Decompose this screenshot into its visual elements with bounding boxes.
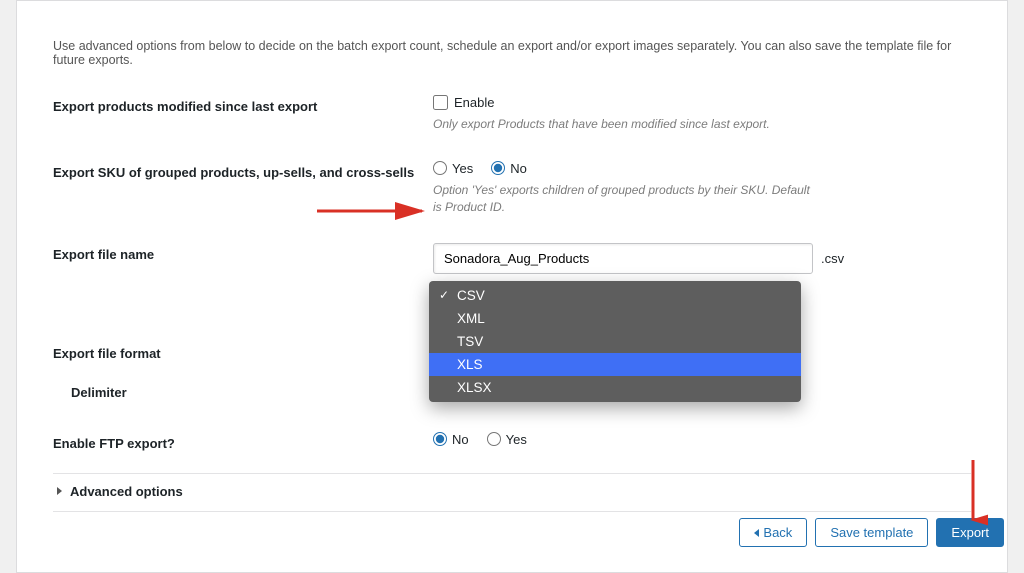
dropdown-item-csv[interactable]: CSV	[429, 284, 801, 307]
sku-yes-radio[interactable]	[433, 161, 447, 175]
sku-yes-label: Yes	[452, 161, 473, 176]
row-export-modified: Export products modified since last expo…	[53, 95, 971, 133]
ftp-no-label: No	[452, 432, 469, 447]
sku-no-label: No	[510, 161, 527, 176]
chevron-left-icon	[754, 529, 759, 537]
row-sku-grouped: Export SKU of grouped products, up-sells…	[53, 161, 971, 216]
ftp-no[interactable]: No	[433, 432, 469, 447]
label-export-modified: Export products modified since last expo…	[53, 95, 433, 114]
ftp-yes-radio[interactable]	[487, 432, 501, 446]
filename-extension: .csv	[821, 251, 844, 266]
save-template-label: Save template	[830, 525, 913, 540]
save-template-button[interactable]: Save template	[815, 518, 928, 547]
export-button[interactable]: Export	[936, 518, 1004, 547]
ftp-yes[interactable]: Yes	[487, 432, 527, 447]
dropdown-item-xml[interactable]: XML	[429, 307, 801, 330]
sku-radios: Yes No	[433, 161, 971, 176]
enable-checkbox-wrap[interactable]: Enable	[433, 95, 971, 110]
help-sku: Option 'Yes' exports children of grouped…	[433, 182, 813, 216]
intro-text: Use advanced options from below to decid…	[53, 39, 971, 67]
advanced-options-toggle[interactable]: Advanced options	[53, 474, 971, 505]
row-ftp: Enable FTP export? No Yes	[53, 432, 971, 451]
sku-no-radio[interactable]	[491, 161, 505, 175]
help-modified: Only export Products that have been modi…	[433, 116, 813, 133]
ftp-no-radio[interactable]	[433, 432, 447, 446]
export-label: Export	[951, 525, 989, 540]
file-format-dropdown[interactable]: CSVXMLTSVXLSXLSX	[429, 281, 801, 402]
advanced-options-label: Advanced options	[70, 484, 183, 499]
label-filename: Export file name	[53, 243, 433, 262]
sku-yes[interactable]: Yes	[433, 161, 473, 176]
back-label: Back	[763, 525, 792, 540]
dropdown-item-tsv[interactable]: TSV	[429, 330, 801, 353]
ftp-radios: No Yes	[433, 432, 971, 447]
label-file-format: Export file format	[53, 342, 433, 361]
sku-no[interactable]: No	[491, 161, 527, 176]
back-button[interactable]: Back	[739, 518, 807, 547]
divider	[53, 511, 971, 512]
caret-right-icon	[57, 487, 62, 495]
ftp-yes-label: Yes	[506, 432, 527, 447]
footer-actions: Back Save template Export	[739, 518, 1004, 547]
label-ftp: Enable FTP export?	[53, 432, 433, 451]
dropdown-item-xlsx[interactable]: XLSX	[429, 376, 801, 399]
label-delimiter: Delimiter	[53, 381, 433, 400]
enable-checkbox[interactable]	[433, 95, 448, 110]
dropdown-item-xls[interactable]: XLS	[429, 353, 801, 376]
enable-label: Enable	[454, 95, 494, 110]
filename-input[interactable]	[433, 243, 813, 274]
label-sku-grouped: Export SKU of grouped products, up-sells…	[53, 161, 433, 180]
